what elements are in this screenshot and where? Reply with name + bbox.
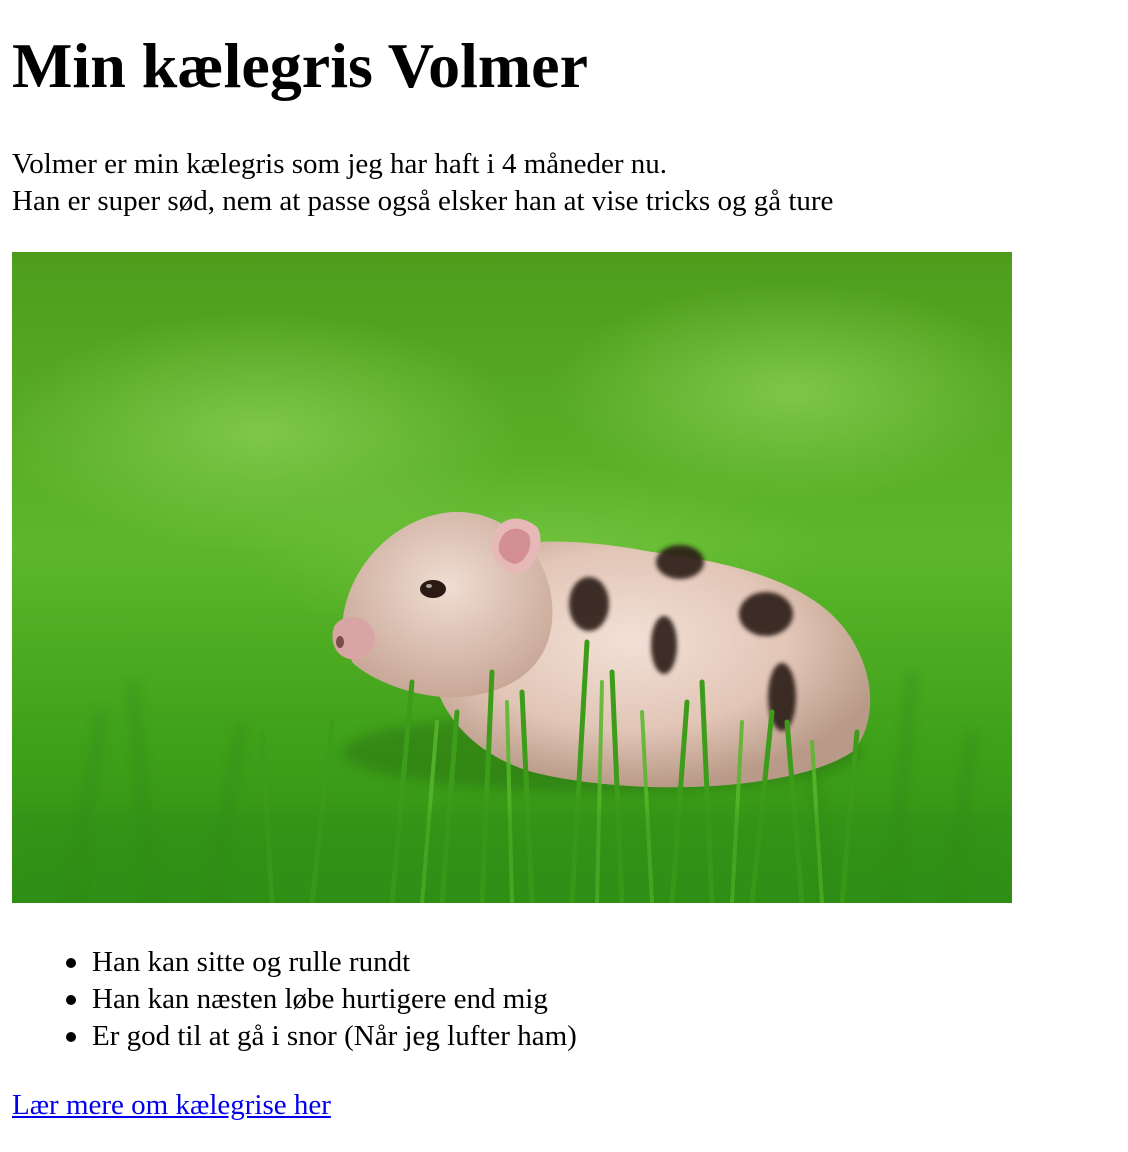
intro-line-2: Han er super sød, nem at passe også elsk… (12, 185, 834, 217)
bullet-icon (66, 995, 76, 1005)
tricks-list: Han kan sitte og rulle rundt Han kan næs… (0, 944, 577, 1055)
intro-paragraph: Volmer er min kælegris som jeg har haft … (12, 146, 833, 220)
page-title: Min kælegris Volmer (12, 30, 588, 101)
list-item: Er god til at gå i snor (Når jeg lufter … (66, 1018, 577, 1055)
intro-line-1: Volmer er min kælegris som jeg har haft … (12, 148, 668, 180)
bullet-icon (66, 958, 76, 968)
page: Min kælegris Volmer Volmer er min kælegr… (0, 0, 1128, 1152)
bullet-icon (66, 1032, 76, 1042)
learn-more-link[interactable]: Lær mere om kælegrise her (12, 1087, 331, 1124)
list-item: Han kan sitte og rulle rundt (66, 944, 577, 981)
list-item: Han kan næsten løbe hurtigere end mig (66, 981, 577, 1018)
piglet-photo (12, 252, 1012, 903)
